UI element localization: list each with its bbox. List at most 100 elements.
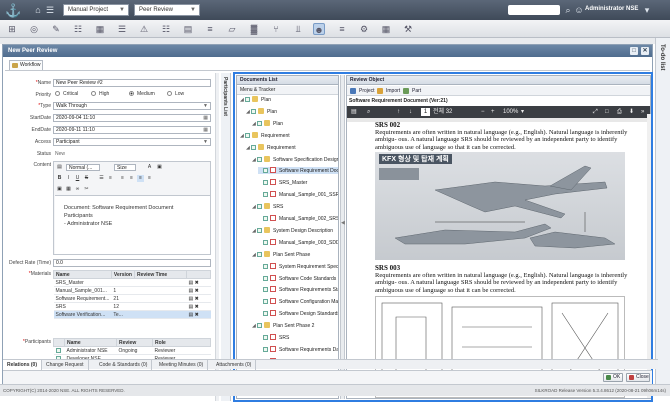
close-button[interactable]: Close	[626, 373, 650, 382]
clipboard-icon[interactable]: ☷	[160, 23, 172, 35]
prev-page-icon[interactable]: ↑	[397, 108, 400, 116]
tree-item[interactable]: ◢ Plan Sent Phase 2	[252, 322, 314, 329]
todo-list-label[interactable]: To-do list	[659, 44, 665, 71]
table-row[interactable]: Software Requirement... 21 ▤ ✖	[53, 294, 211, 303]
italic-icon[interactable]: I	[65, 175, 72, 182]
menu-icon[interactable]: ☰	[44, 4, 56, 16]
tree-checkbox[interactable]	[251, 108, 256, 114]
dashboard-icon[interactable]: ⊞	[6, 23, 18, 35]
next-page-icon[interactable]: ↓	[409, 108, 412, 116]
bold-icon[interactable]: B	[56, 175, 63, 182]
tree-checkbox[interactable]	[263, 275, 268, 281]
view-select[interactable]: Peer Review ▼	[134, 4, 200, 16]
tree-item[interactable]: ◢ SRS	[252, 203, 283, 210]
tree-item[interactable]: Software Requirement Docu...	[258, 167, 338, 175]
tree-item[interactable]: System Requirement Spec	[258, 262, 338, 270]
zoom-in-icon[interactable]: +	[491, 108, 495, 116]
tab-change-request[interactable]: Change Request	[42, 360, 89, 370]
col-review-time[interactable]: Review Time	[134, 270, 187, 279]
tree-icon[interactable]: ☷	[72, 23, 84, 35]
sidebar-toggle-icon[interactable]: ▤	[351, 108, 357, 116]
strike-icon[interactable]: S	[83, 175, 90, 182]
tree-checkbox[interactable]	[263, 216, 268, 221]
enddate-field[interactable]: 2020-09-11 11:10 ▦	[53, 126, 211, 134]
tree-item[interactable]: ◢ Plan	[246, 107, 277, 115]
table-row[interactable]: Manual_Sample_001... 1 ▤ ✖	[53, 286, 211, 295]
font-select[interactable]: Normal (...	[66, 164, 100, 171]
delete-icon[interactable]: ✖	[195, 296, 199, 302]
name-field[interactable]: New Peer Review #2	[53, 79, 211, 87]
tree-item[interactable]: SRS_Master	[258, 179, 307, 186]
tree-item[interactable]: Manual_Sample_001_SSRS	[258, 191, 338, 198]
tree-checkbox[interactable]	[263, 311, 268, 317]
tab-attachments[interactable]: Attachments (0)	[212, 360, 257, 370]
underline-icon[interactable]: U	[74, 175, 81, 182]
tree-checkbox[interactable]	[263, 299, 268, 305]
delete-icon[interactable]: ✖	[195, 304, 199, 310]
tree-item[interactable]: Software Requirements Data	[258, 345, 338, 353]
size-select[interactable]: Size	[114, 164, 136, 171]
hierarchy-icon[interactable]: ⫫	[292, 23, 304, 35]
tree-checkbox[interactable]	[245, 97, 250, 102]
tree-item[interactable]: Software Requirements Standa...	[258, 286, 338, 293]
col-review[interactable]: Review	[116, 338, 153, 347]
edit-icon[interactable]: ✎	[50, 23, 62, 35]
tree-item[interactable]: ◢ Requirement	[246, 143, 296, 151]
tree-item[interactable]: ◢ Plan	[252, 119, 283, 127]
part-button[interactable]: Part	[403, 87, 421, 95]
tree-item[interactable]: ◢ Plan	[240, 96, 271, 103]
tree-checkbox[interactable]	[257, 204, 262, 210]
search-input[interactable]	[508, 5, 560, 15]
home-icon[interactable]: ⌂	[32, 4, 44, 16]
tools-icon[interactable]: ⚒	[402, 23, 414, 35]
tree-checkbox[interactable]	[257, 227, 262, 233]
tree-checkbox[interactable]	[257, 120, 262, 126]
view-icon[interactable]: ▤	[189, 280, 194, 286]
download-icon[interactable]: ⬇	[629, 108, 634, 116]
user-menu-chevron-icon[interactable]: ▾	[641, 4, 653, 16]
col-check[interactable]	[53, 338, 65, 347]
user-name[interactable]: Administrator NSE	[585, 6, 638, 12]
tree-checkbox[interactable]	[263, 168, 268, 174]
text-color-icon[interactable]: A	[146, 164, 153, 171]
view-icon[interactable]: ▤	[189, 312, 194, 318]
tree-checkbox[interactable]	[263, 239, 268, 245]
view-icon[interactable]: ▤	[189, 288, 194, 294]
tree-item[interactable]: Software Configuration Mana...	[258, 298, 338, 305]
delete-icon[interactable]: ✖	[195, 312, 199, 318]
pdf-scrollbar[interactable]	[647, 114, 651, 398]
menu-tracker-header[interactable]: Menu & Tracker	[237, 86, 338, 95]
tree-item[interactable]: Manual_Sample_003_SDD	[258, 238, 338, 246]
tree-checkbox[interactable]	[257, 156, 262, 162]
search-icon[interactable]: ⌕	[367, 108, 370, 116]
gear-icon[interactable]: ⚙	[358, 23, 370, 35]
peer-review-icon[interactable]: ☻	[313, 23, 325, 35]
tree-checkbox[interactable]	[263, 346, 268, 352]
open-icon[interactable]: □	[605, 108, 609, 116]
tab-workflow[interactable]: Workflow	[9, 60, 43, 70]
tree-item[interactable]: SRS	[258, 334, 289, 341]
priority-low-radio[interactable]: Low	[167, 91, 184, 97]
document-icon[interactable]: ☰	[116, 23, 128, 35]
table-icon[interactable]: ▦	[380, 23, 392, 35]
import-button[interactable]: Import	[377, 87, 400, 95]
book-icon[interactable]: ≡	[336, 23, 348, 35]
splitter-arrow-icon[interactable]: ◀	[341, 220, 345, 226]
tree-checkbox[interactable]	[263, 180, 268, 186]
link-icon[interactable]: ∞	[74, 186, 81, 193]
grid-icon[interactable]: ▦	[94, 23, 106, 35]
source-icon[interactable]: ▤	[56, 164, 63, 171]
table-row[interactable]: Administrator NSE Ongoing Reviewer	[53, 346, 211, 355]
row-checkbox[interactable]	[55, 347, 61, 353]
align-center-icon[interactable]: ≡	[128, 175, 135, 182]
unlink-icon[interactable]: ✂	[83, 186, 90, 193]
more-icon[interactable]: »	[641, 108, 644, 116]
align-right-icon[interactable]: ≡	[137, 175, 144, 182]
table-row[interactable]: SRS_Master ▤ ✖	[53, 278, 211, 287]
tree-checkbox[interactable]	[245, 132, 250, 138]
priority-critical-radio[interactable]: Critical	[55, 91, 78, 97]
tree-checkbox[interactable]	[263, 263, 268, 269]
zoom-chevron-icon[interactable]: ▾	[521, 108, 524, 116]
close-icon[interactable]: ✕	[641, 47, 649, 55]
panel-splitter[interactable]: ◀	[340, 75, 345, 399]
